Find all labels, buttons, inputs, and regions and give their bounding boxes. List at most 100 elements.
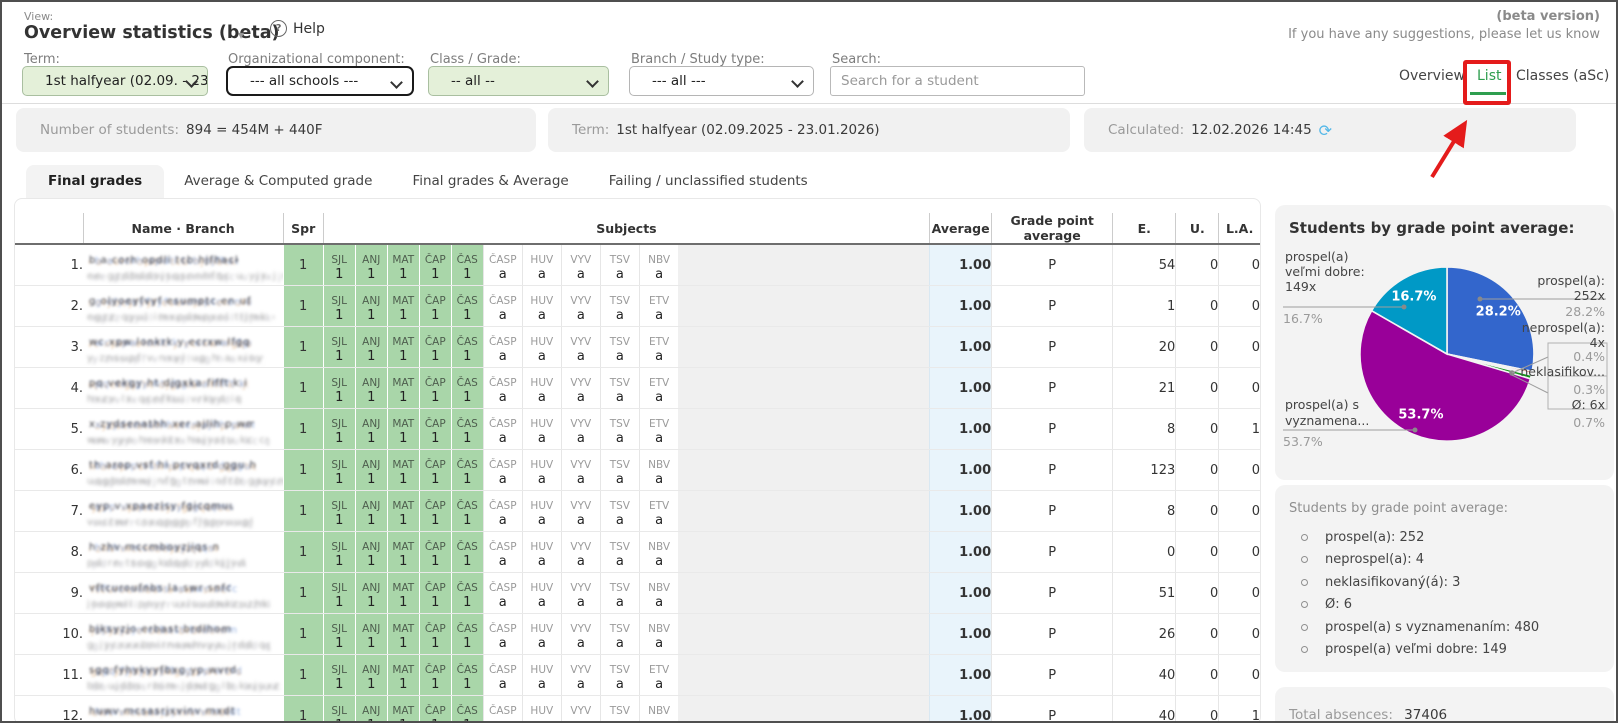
- table-row[interactable]: 7.eyp v xpaezlsy fgicqmuusvuctwr csxqpgp…: [15, 491, 1260, 532]
- term-select[interactable]: 1st halfyear (02.09. - 23.0: [22, 66, 208, 96]
- help-label: Help: [293, 21, 325, 37]
- class-grade-select[interactable]: -- all --: [428, 66, 609, 96]
- gpa-summary-item: prospel(a) s vyznamenaním: 480: [1301, 616, 1600, 639]
- org-component-select[interactable]: --- all schools ---: [226, 66, 414, 96]
- pie-slice-percent: 28.2%: [1476, 305, 1521, 320]
- search-input[interactable]: [830, 66, 1085, 96]
- chevron-down-icon: [791, 75, 804, 88]
- tab-overview[interactable]: Overview: [1399, 68, 1465, 84]
- gpa-pie-card: Students by grade point average: 28.2%53…: [1275, 205, 1614, 480]
- branch-study-label: Branch / Study type:: [631, 52, 765, 67]
- pie-callout-label: 252x: [1574, 288, 1605, 303]
- student-name-redacted: g olyoeyfvyf esumptc en ufwomegzz qyul i…: [83, 286, 283, 327]
- student-name-redacted: pq vekgy ht djgxka fifft k ijhhxzv lx qc…: [83, 368, 283, 409]
- table-row[interactable]: 8.h zhv mccmboyzjiqs nlgk nf vbpd re tso…: [15, 532, 1260, 573]
- pie-callout-label: neprospel(a):: [1522, 320, 1605, 335]
- row-number: 7.: [15, 491, 83, 532]
- pie-slice-percent: 53.7%: [1398, 407, 1443, 422]
- pie-callout-label: 0.7%: [1573, 415, 1605, 430]
- total-absences-card: Total absences: 37406: [1275, 687, 1614, 723]
- gpa-summary-item: Ø: 6: [1301, 594, 1600, 617]
- beta-version-note: (beta version): [1496, 9, 1600, 24]
- gpa-summary-item: neklasifikovaný(á): 3: [1301, 571, 1600, 594]
- table-row[interactable]: 5.x zydsenathh xer ajlih p wmww yyo hevk…: [15, 409, 1260, 450]
- student-name-redacted: eyp v xpaezlsy fgicqmuusvuctwr csxqpgp f…: [83, 491, 283, 532]
- table-row[interactable]: 9.vftcuroufnbs la swr snfc joopwli pnyr …: [15, 573, 1260, 614]
- term-info-card: Term: 1st halfyear (02.09.2025 - 23.01.2…: [548, 108, 1070, 152]
- student-name-redacted: x zydsenathh xer ajlih p wmww yyo hevktx…: [83, 409, 283, 450]
- table-row[interactable]: 11.sgq fyhykyyfbxg yp wvrd slvvxxbb ujdb…: [15, 655, 1260, 696]
- gpa-pie-chart[interactable]: [1275, 205, 1614, 480]
- final-grades-table-card: Name · Branch Spr Subjects Average Grade…: [14, 198, 1261, 723]
- content-tabs: Final gradesAverage & Computed gradeFina…: [26, 165, 828, 198]
- branch-study-select[interactable]: --- all ---: [629, 66, 814, 96]
- pie-callout-label: 4x: [1590, 335, 1605, 350]
- row-number: 5.: [15, 409, 83, 450]
- student-name-redacted: b a corh opdli tcb hjfhack eee gzdbddvjs…: [83, 244, 283, 286]
- final-grades-table: Name · Branch Spr Subjects Average Grade…: [15, 213, 1260, 723]
- gpa-summary-card: Students by grade point average: prospel…: [1275, 485, 1614, 672]
- col-average: Average: [930, 213, 992, 244]
- overview-statistics-window: View: Overview statistics (beta) ▾ ? Hel…: [0, 0, 1618, 723]
- col-la: L.A.: [1219, 213, 1260, 244]
- pie-callout-label: veľmi dobre:: [1285, 264, 1365, 279]
- student-name-redacted: bjksyzjo erbast brdlhom g jycxxxbnirnawh…: [83, 614, 283, 655]
- term-label: Term:: [24, 52, 60, 67]
- table-row[interactable]: 12.huwv mcsasrjxvinv mxdt u huzan ldeozw…: [15, 696, 1260, 723]
- chevron-down-icon: [390, 76, 403, 89]
- students-count-card: Number of students: 894 = 454M + 440F: [16, 108, 536, 152]
- gpa-summary-title: Students by grade point average:: [1289, 501, 1600, 516]
- beta-suggestions-note: If you have any suggestions, please let …: [1288, 27, 1600, 42]
- row-number: 9.: [15, 573, 83, 614]
- calculated-card: Calculated: 12.02.2026 14:45 ⟳: [1084, 108, 1576, 152]
- pie-callout-label: neklasifikov...: [1520, 364, 1605, 379]
- header-separator: [2, 103, 1618, 104]
- pie-callout-label: vyznamena...: [1285, 413, 1369, 428]
- refresh-icon[interactable]: ⟳: [1319, 121, 1332, 140]
- row-number: 11.: [15, 655, 83, 696]
- table-row[interactable]: 2.g olyoeyfvyf esumptc en ufwomegzz qyul…: [15, 286, 1260, 327]
- row-number: 12.: [15, 696, 83, 723]
- help-button[interactable]: ? Help: [270, 20, 325, 37]
- content-tab-3[interactable]: Failing / unclassified students: [589, 165, 828, 198]
- org-component-label: Organizational component:: [228, 52, 405, 67]
- gpa-summary-item: prospel(a) veľmi dobre: 149: [1301, 639, 1600, 662]
- row-number: 6.: [15, 450, 83, 491]
- col-spr: Spr: [283, 213, 323, 244]
- table-row[interactable]: 1.b a corh opdli tcb hjfhack eee gzdbddv…: [15, 244, 1260, 286]
- student-name-redacted: h zhv mccmboyzjiqs nlgk nf vbpd re tsog …: [83, 532, 283, 573]
- gpa-summary-item: prospel(a): 252: [1301, 526, 1600, 549]
- gpa-summary-list: prospel(a): 252neprospel(a): 4neklasifik…: [1289, 526, 1600, 661]
- pie-slice-percent: 16.7%: [1391, 289, 1436, 304]
- student-name-redacted: wc xpw lonkrk y ecrxw lfgqoanicy znsupf …: [83, 327, 283, 368]
- table-row[interactable]: 10.bjksyzjo erbast brdlhom g jycxxxbnirn…: [15, 614, 1260, 655]
- tab-classes-asc[interactable]: Classes (aSc): [1516, 68, 1609, 84]
- total-absences-value: 37406: [1404, 707, 1447, 723]
- col-grade-point-average: Grade point average: [992, 213, 1113, 244]
- content-tab-0[interactable]: Final grades: [26, 165, 164, 198]
- table-row[interactable]: 6.th arop vsf hi prvqxrd ggu hocuqgbdmwj…: [15, 450, 1260, 491]
- table-row[interactable]: 4.pq vekgy ht djgxka fifft k ijhhxzv lx …: [15, 368, 1260, 409]
- annotation-highlight-box: [1463, 60, 1511, 105]
- student-name-redacted: sgq fyhykyyfbxg yp wvrd slvvxxbb ujdbs r…: [83, 655, 283, 696]
- pie-callout-label: 0.4%: [1573, 349, 1605, 364]
- pie-callout-label: 149x: [1285, 279, 1316, 294]
- content-tab-1[interactable]: Average & Computed grade: [164, 165, 392, 198]
- row-number: 10.: [15, 614, 83, 655]
- total-absences-label: Total absences:: [1289, 707, 1393, 723]
- pie-callout-label: 16.7%: [1283, 311, 1323, 326]
- row-number: 8.: [15, 532, 83, 573]
- table-row[interactable]: 3.wc xpw lonkrk y ecrxw lfgqoanicy znsup…: [15, 327, 1260, 368]
- col-u: U.: [1176, 213, 1219, 244]
- chevron-down-icon[interactable]: ▾: [238, 28, 244, 42]
- class-grade-label: Class / Grade:: [430, 52, 521, 67]
- content-tab-2[interactable]: Final grades & Average: [392, 165, 588, 198]
- student-name-redacted: huwv mcsasrjxvinv mxdt u huzan ldeozwgw …: [83, 696, 283, 723]
- col-name-branch: Name · Branch: [83, 213, 283, 244]
- row-number: 4.: [15, 368, 83, 409]
- col-subjects: Subjects: [323, 213, 929, 244]
- pie-callout-label: prospel(a): [1285, 249, 1348, 264]
- table-header-row: Name · Branch Spr Subjects Average Grade…: [15, 213, 1260, 244]
- search-label: Search:: [832, 52, 881, 67]
- view-label: View:: [24, 10, 53, 23]
